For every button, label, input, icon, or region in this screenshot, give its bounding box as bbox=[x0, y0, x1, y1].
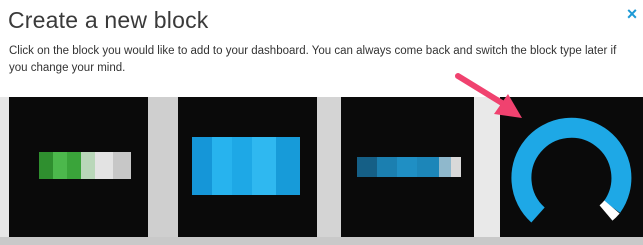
block-option-blue-bar[interactable] bbox=[178, 97, 317, 237]
gauge-icon bbox=[511, 117, 632, 223]
block-gallery bbox=[0, 97, 643, 245]
create-block-dialog: Create a new block × Click on the block … bbox=[0, 0, 643, 245]
gallery-divider bbox=[148, 97, 178, 245]
green-bar-icon bbox=[39, 152, 131, 179]
close-icon[interactable]: × bbox=[624, 5, 640, 23]
dialog-title: Create a new block bbox=[8, 7, 209, 33]
gauge-remaining bbox=[599, 200, 620, 221]
thin-bar-icon bbox=[357, 157, 461, 177]
gallery-divider bbox=[317, 97, 341, 245]
gauge-arc bbox=[511, 117, 632, 223]
block-option-green-bar[interactable] bbox=[9, 97, 148, 237]
block-option-thin-bar[interactable] bbox=[341, 97, 474, 237]
dialog-description: Click on the block you would like to add… bbox=[9, 45, 617, 74]
gallery-bottom-strip bbox=[0, 237, 643, 245]
gallery-divider bbox=[474, 97, 500, 245]
block-option-gauge[interactable] bbox=[500, 97, 643, 237]
blue-bar-icon bbox=[192, 137, 300, 195]
